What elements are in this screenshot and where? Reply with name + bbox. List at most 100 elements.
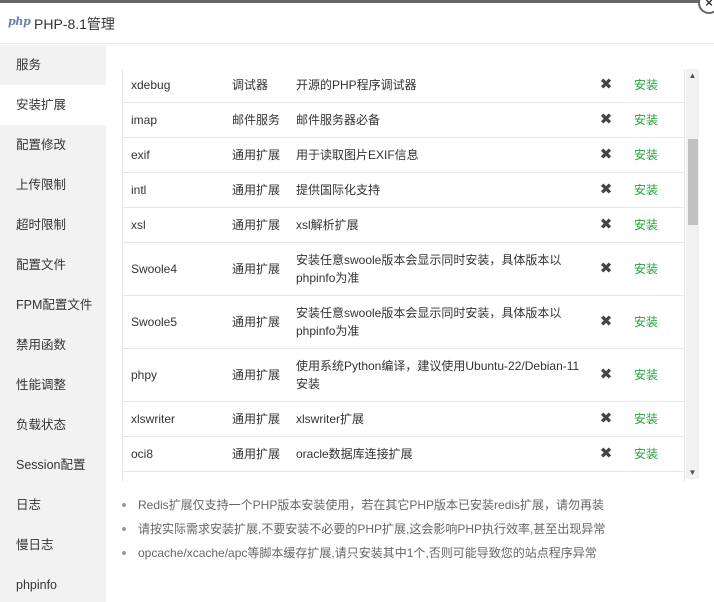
install-link[interactable]: 安装 bbox=[620, 436, 684, 472]
extension-name: Swoole5 bbox=[123, 295, 224, 349]
table-row: oci8 通用扩展 oracle数据库连接扩展 ✖ 安装 bbox=[123, 436, 684, 472]
note-text: 请按实际需求安装扩展,不要安装不必要的PHP扩展,这会影响PHP执行效率,甚至出… bbox=[138, 522, 606, 536]
bullet-icon bbox=[122, 503, 126, 507]
extension-type: 通用扩展 bbox=[224, 242, 288, 296]
sidebar-item[interactable]: phpinfo bbox=[0, 565, 106, 602]
install-link[interactable]: 安装 bbox=[620, 471, 684, 481]
extension-type: 通用扩展 bbox=[224, 471, 288, 481]
delete-icon[interactable]: ✖ bbox=[592, 348, 620, 402]
extension-name: pdo_oci bbox=[123, 471, 224, 481]
extension-type: 通用扩展 bbox=[224, 348, 288, 402]
delete-icon[interactable]: ✖ bbox=[592, 242, 620, 296]
note-item: 请按实际需求安装扩展,不要安装不必要的PHP扩展,这会影响PHP执行效率,甚至出… bbox=[122, 517, 702, 541]
note-text: Redis扩展仅支持一个PHP版本安装使用，若在其它PHP版本已安装redis扩… bbox=[138, 498, 605, 512]
table-row: imap 邮件服务 邮件服务器必备 ✖ 安装 bbox=[123, 102, 684, 138]
extension-description: pdo_oracle数据库连接扩展 bbox=[288, 471, 592, 481]
table-row: Swoole5 通用扩展 安装任意swoole版本会显示同时安装，具体版本以phpi… bbox=[123, 295, 684, 349]
install-link[interactable]: 安装 bbox=[620, 137, 684, 173]
bullet-icon bbox=[122, 527, 126, 531]
extension-type: 通用扩展 bbox=[224, 172, 288, 208]
extension-description: xsl解析扩展 bbox=[288, 207, 592, 243]
extension-description: 用于读取图片EXIF信息 bbox=[288, 137, 592, 173]
extension-name: Swoole4 bbox=[123, 242, 224, 296]
scroll-up-arrow-icon[interactable]: ▲ bbox=[686, 69, 699, 82]
install-link[interactable]: 安装 bbox=[620, 102, 684, 138]
sidebar-item[interactable]: 日志 bbox=[0, 485, 106, 525]
extension-name: oci8 bbox=[123, 436, 224, 472]
extension-name: intl bbox=[123, 172, 224, 208]
window-titlebar: php PHP-8.1管理 bbox=[0, 0, 714, 44]
delete-icon[interactable]: ✖ bbox=[592, 102, 620, 138]
sidebar-item[interactable]: 安装扩展 bbox=[0, 85, 106, 125]
window-title: PHP-8.1管理 bbox=[34, 16, 115, 32]
scroll-down-arrow-icon[interactable]: ▼ bbox=[686, 466, 699, 479]
sidebar-item[interactable]: 配置文件 bbox=[0, 245, 106, 285]
note-text: opcache/xcache/apc等脚本缓存扩展,请只安装其中1个,否则可能导… bbox=[138, 546, 597, 560]
table-row: exif 通用扩展 用于读取图片EXIF信息 ✖ 安装 bbox=[123, 137, 684, 173]
extension-type: 调试器 bbox=[224, 69, 288, 103]
install-link[interactable]: 安装 bbox=[620, 295, 684, 349]
install-link[interactable]: 安装 bbox=[620, 207, 684, 243]
extensions-table: xdebug 调试器 开源的PHP程序调试器 ✖ 安装 imap 邮件服务 邮件服务器必备 ✖ 安… bbox=[123, 69, 684, 481]
extension-description: 开源的PHP程序调试器 bbox=[288, 69, 592, 103]
extension-name: phpy bbox=[123, 348, 224, 402]
extension-name: imap bbox=[123, 102, 224, 138]
table-row: xlswriter 通用扩展 xlswriter扩展 ✖ 安装 bbox=[123, 401, 684, 437]
sidebar-item[interactable]: 服务 bbox=[0, 45, 106, 85]
install-link[interactable]: 安装 bbox=[620, 172, 684, 208]
table-row: intl 通用扩展 提供国际化支持 ✖ 安装 bbox=[123, 172, 684, 208]
extension-type: 通用扩展 bbox=[224, 401, 288, 437]
extension-description: 提供国际化支持 bbox=[288, 172, 592, 208]
install-link[interactable]: 安装 bbox=[620, 401, 684, 437]
sidebar-item[interactable]: Session配置 bbox=[0, 445, 106, 485]
sidebar-item[interactable]: 负载状态 bbox=[0, 405, 106, 445]
note-item: Redis扩展仅支持一个PHP版本安装使用，若在其它PHP版本已安装redis扩… bbox=[122, 493, 702, 517]
scrollbar-thumb[interactable] bbox=[688, 139, 698, 225]
table-row: Swoole4 通用扩展 安装任意swoole版本会显示同时安装，具体版本以phpi… bbox=[123, 242, 684, 296]
bullet-icon bbox=[122, 551, 126, 555]
php-logo: php bbox=[8, 15, 31, 28]
sidebar-item[interactable]: 禁用函数 bbox=[0, 325, 106, 365]
extension-description: oracle数据库连接扩展 bbox=[288, 436, 592, 472]
delete-icon[interactable]: ✖ bbox=[592, 436, 620, 472]
delete-icon[interactable]: ✖ bbox=[592, 471, 620, 481]
sidebar-item[interactable]: 慢日志 bbox=[0, 525, 106, 565]
extension-type: 通用扩展 bbox=[224, 137, 288, 173]
delete-icon[interactable]: ✖ bbox=[592, 295, 620, 349]
extensions-table-container: xdebug 调试器 开源的PHP程序调试器 ✖ 安装 imap 邮件服务 邮件服务器必备 ✖ 安… bbox=[122, 69, 685, 481]
note-item: opcache/xcache/apc等脚本缓存扩展,请只安装其中1个,否则可能导… bbox=[122, 541, 702, 565]
extension-description: 安装任意swoole版本会显示同时安装，具体版本以phpinfo为准 bbox=[288, 295, 592, 349]
main-content: xdebug 调试器 开源的PHP程序调试器 ✖ 安装 imap 邮件服务 邮件服务器必备 ✖ 安… bbox=[106, 45, 714, 602]
install-link[interactable]: 安装 bbox=[620, 69, 684, 103]
extension-name: xlswriter bbox=[123, 401, 224, 437]
extension-description: 邮件服务器必备 bbox=[288, 102, 592, 138]
sidebar: 服务 安装扩展 配置修改 上传限制 超时限制 配置文件 FPM配置文件 禁用函数 性能调整 负载状… bbox=[0, 45, 106, 602]
notes-list: Redis扩展仅支持一个PHP版本安装使用，若在其它PHP版本已安装redis扩… bbox=[122, 493, 702, 565]
table-row: pdo_oci通用扩展pdo_oracle数据库连接扩展✖安装 bbox=[123, 471, 684, 481]
sidebar-item[interactable]: 配置修改 bbox=[0, 125, 106, 165]
install-link[interactable]: 安装 bbox=[620, 348, 684, 402]
delete-icon[interactable]: ✖ bbox=[592, 69, 620, 103]
delete-icon[interactable]: ✖ bbox=[592, 137, 620, 173]
extension-name: exif bbox=[123, 137, 224, 173]
extension-type: 通用扩展 bbox=[224, 207, 288, 243]
extension-type: 通用扩展 bbox=[224, 295, 288, 349]
delete-icon[interactable]: ✖ bbox=[592, 207, 620, 243]
sidebar-item[interactable]: 性能调整 bbox=[0, 365, 106, 405]
extension-description: 安装任意swoole版本会显示同时安装，具体版本以phpinfo为准 bbox=[288, 242, 592, 296]
sidebar-item[interactable]: FPM配置文件 bbox=[0, 285, 106, 325]
sidebar-item[interactable]: 上传限制 bbox=[0, 165, 106, 205]
table-scrollbar[interactable]: ▲ ▼ bbox=[686, 69, 699, 479]
extension-description: xlswriter扩展 bbox=[288, 401, 592, 437]
table-row: xsl 通用扩展 xsl解析扩展 ✖ 安装 bbox=[123, 207, 684, 243]
delete-icon[interactable]: ✖ bbox=[592, 172, 620, 208]
delete-icon[interactable]: ✖ bbox=[592, 401, 620, 437]
extension-name: xsl bbox=[123, 207, 224, 243]
install-link[interactable]: 安装 bbox=[620, 242, 684, 296]
table-row: phpy 通用扩展 使用系统Python编译，建议使用Ubuntu-22/Debia… bbox=[123, 348, 684, 402]
extension-type: 邮件服务 bbox=[224, 102, 288, 138]
extension-type: 通用扩展 bbox=[224, 436, 288, 472]
table-row: xdebug 调试器 开源的PHP程序调试器 ✖ 安装 bbox=[123, 69, 684, 103]
extension-name: xdebug bbox=[123, 69, 224, 103]
sidebar-item[interactable]: 超时限制 bbox=[0, 205, 106, 245]
